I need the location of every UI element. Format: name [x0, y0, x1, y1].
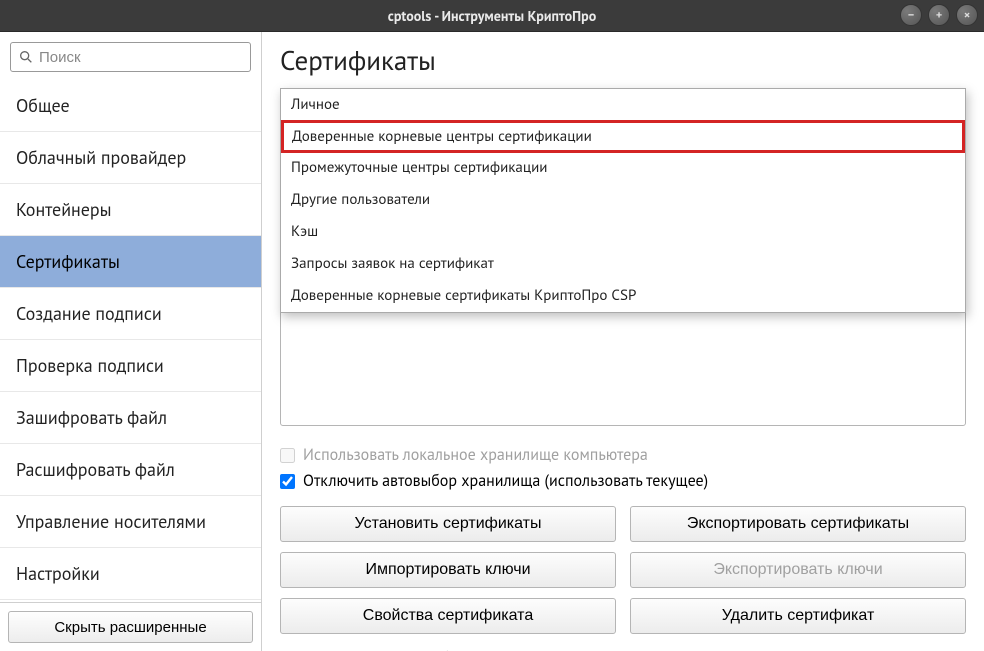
sidebar-item[interactable]: Расшифровать файл — [0, 444, 261, 496]
page-title: Сертификаты — [280, 44, 966, 78]
sidebar-item[interactable]: Облачный провайдер — [0, 132, 261, 184]
action-buttons: Установить сертификаты Экспортировать се… — [280, 506, 966, 634]
use-local-store-checkbox-row: Использовать локальное хранилище компьют… — [280, 442, 966, 468]
sidebar-item[interactable]: Зашифровать файл — [0, 392, 261, 444]
use-local-store-label: Использовать локальное хранилище компьют… — [303, 445, 648, 465]
sidebar-item[interactable]: Настройки — [0, 548, 261, 600]
sidebar-footer: Скрыть расширенные — [0, 602, 261, 651]
disable-autoselect-label: Отключить автовыбор хранилища (использов… — [303, 471, 708, 491]
cert-properties-button[interactable]: Свойства сертификата — [280, 598, 616, 634]
import-keys-button[interactable]: Импортировать ключи — [280, 552, 616, 588]
delete-cert-button[interactable]: Удалить сертификат — [630, 598, 966, 634]
store-dropdown-option[interactable]: Кэш — [281, 216, 965, 248]
store-dropdown-option[interactable]: Промежуточные центры сертификации — [281, 152, 965, 184]
main-pane: Сертификаты ЛичноеДоверенные корневые це… — [262, 32, 984, 651]
window-title: cptools - Инструменты КриптоПро — [0, 7, 984, 25]
export-keys-button: Экспортировать ключи — [630, 552, 966, 588]
export-certs-button[interactable]: Экспортировать сертификаты — [630, 506, 966, 542]
minimize-button[interactable]: − — [900, 4, 922, 26]
store-dropdown-option[interactable]: Запросы заявок на сертификат — [281, 248, 965, 280]
store-dropdown-option[interactable]: Доверенные корневые центры сертификации — [281, 120, 965, 153]
maximize-button[interactable]: + — [928, 4, 950, 26]
store-dropdown-option[interactable]: Доверенные корневые сертификаты КриптоПр… — [281, 280, 965, 312]
toggle-advanced-button[interactable]: Скрыть расширенные — [8, 611, 253, 643]
title-bar: cptools - Инструменты КриптоПро − + × — [0, 0, 984, 32]
window-controls: − + × — [900, 4, 978, 26]
checkbox-group: Использовать локальное хранилище компьют… — [280, 442, 966, 494]
sidebar-item[interactable]: Общее — [0, 80, 261, 132]
store-dropdown-option[interactable]: Личное — [281, 89, 965, 121]
store-dropdown-list: ЛичноеДоверенные корневые центры сертифи… — [280, 88, 966, 313]
search-input[interactable] — [10, 42, 251, 72]
sidebar-item[interactable]: Сертификаты — [0, 236, 261, 288]
sidebar-item[interactable]: Проверка подписи — [0, 340, 261, 392]
app-body: ОбщееОблачный провайдерКонтейнерыСертифи… — [0, 32, 984, 651]
disable-autoselect-checkbox[interactable] — [280, 474, 295, 489]
sidebar: ОбщееОблачный провайдерКонтейнерыСертифи… — [0, 32, 262, 651]
sidebar-item[interactable]: Создание подписи — [0, 288, 261, 340]
use-local-store-checkbox — [280, 448, 295, 463]
sidebar-item[interactable]: Управление носителями — [0, 496, 261, 548]
sidebar-item[interactable]: Контейнеры — [0, 184, 261, 236]
search-icon — [18, 49, 34, 65]
search-wrap — [0, 32, 261, 80]
store-dropdown-option[interactable]: Другие пользователи — [281, 184, 965, 216]
install-certs-button[interactable]: Установить сертификаты — [280, 506, 616, 542]
close-button[interactable]: × — [956, 4, 978, 26]
sidebar-nav: ОбщееОблачный провайдерКонтейнерыСертифи… — [0, 80, 261, 602]
disable-autoselect-checkbox-row[interactable]: Отключить автовыбор хранилища (использов… — [280, 468, 966, 494]
